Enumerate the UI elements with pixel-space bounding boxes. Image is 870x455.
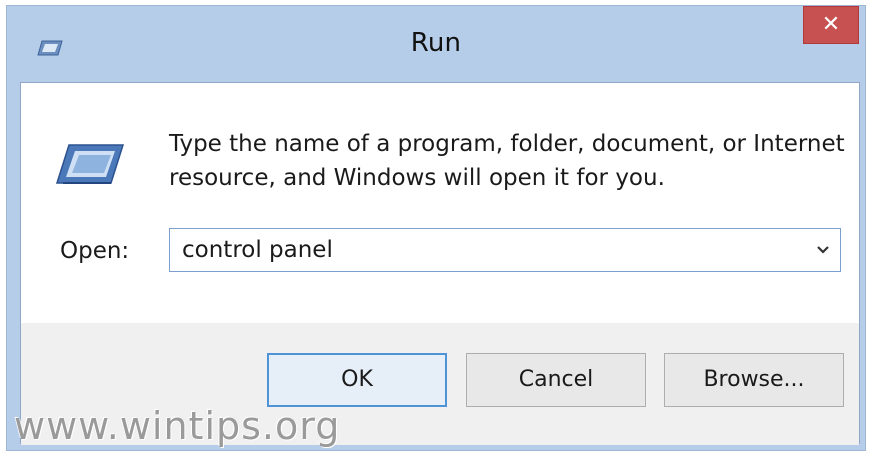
content-area: Type the name of a program, folder, docu… xyxy=(21,83,859,323)
run-program-icon xyxy=(55,144,125,184)
open-combobox[interactable] xyxy=(169,228,841,272)
instruction-text: Type the name of a program, folder, docu… xyxy=(169,127,849,195)
instruction-line-1: Type the name of a program, folder, docu… xyxy=(169,131,845,157)
dialog-body: Type the name of a program, folder, docu… xyxy=(20,82,860,445)
open-label: Open: xyxy=(60,238,130,264)
close-button[interactable]: ✕ xyxy=(803,6,859,44)
title-bar[interactable]: Run ✕ xyxy=(7,6,865,84)
run-dialog-window: Run ✕ Type the name of a program, folder… xyxy=(6,5,866,451)
open-input[interactable] xyxy=(182,236,782,264)
chevron-down-icon xyxy=(817,246,829,254)
ok-button[interactable]: OK xyxy=(267,353,447,407)
instruction-line-2: resource, and Windows will open it for y… xyxy=(169,165,665,191)
open-dropdown-button[interactable] xyxy=(810,235,836,265)
window-title: Run xyxy=(410,28,462,58)
browse-button[interactable]: Browse... xyxy=(664,353,844,407)
watermark-text: www.wintips.org xyxy=(14,404,341,448)
cancel-button[interactable]: Cancel xyxy=(466,353,646,407)
